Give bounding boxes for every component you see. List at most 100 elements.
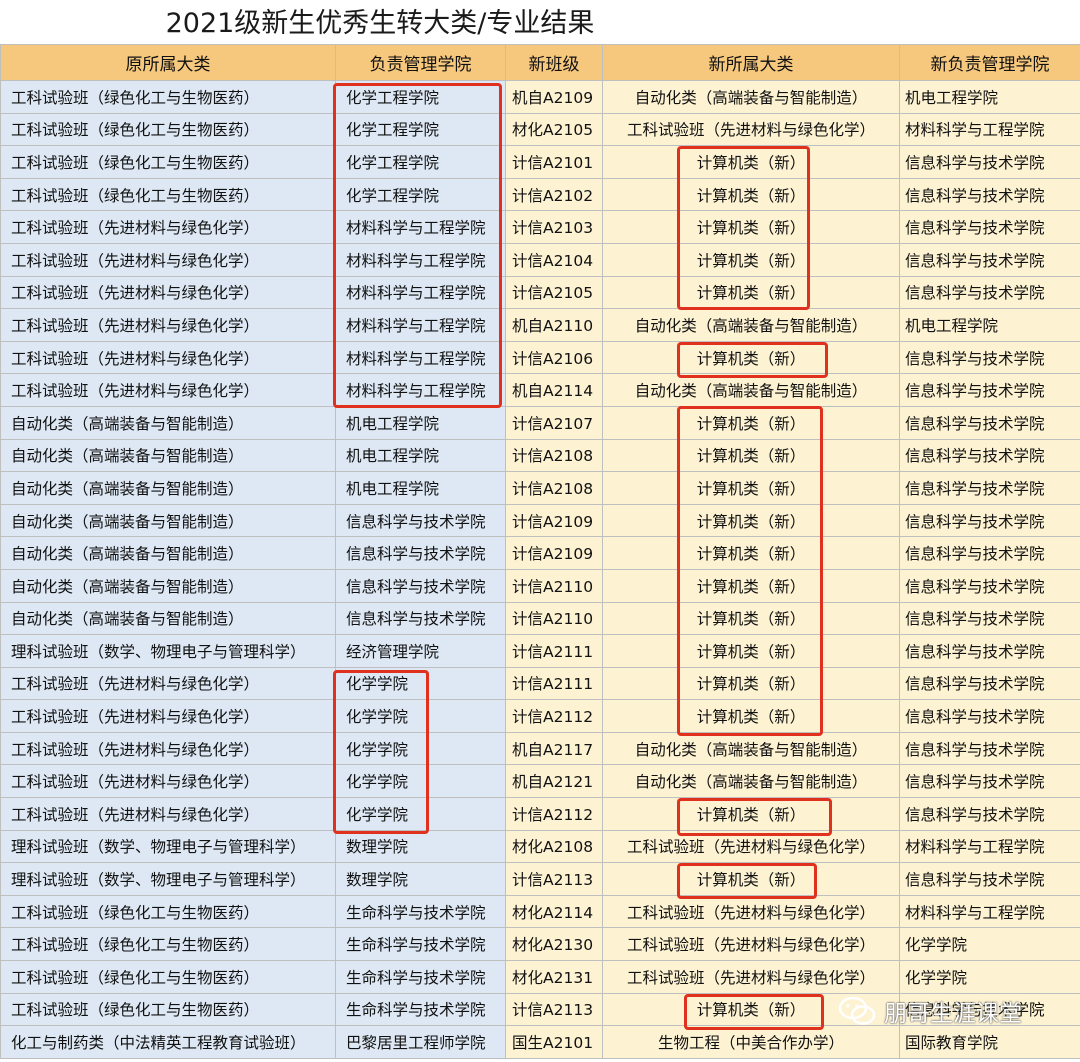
cell-managing-college: 机电工程学院 [335, 471, 506, 505]
table-row: 理科试验班（数学、物理电子与管理科学） 数理学院 材化A2108 工科试验班（先进材料… [0, 829, 1080, 864]
cell-new-category: 计算机类（新） [602, 210, 900, 244]
cell-new-category: 计算机类（新） [602, 666, 900, 701]
cell-new-class: 材化A2130 [505, 927, 603, 962]
table-row: 自动化类（高端装备与智能制造） 信息科学与技术学院 计信A2110 计算机类（新） 信息… [0, 601, 1080, 636]
cell-new-category: 计算机类（新） [602, 503, 900, 538]
cell-new-class: 计信A2111 [505, 634, 603, 668]
cell-new-category: 计算机类（新） [602, 536, 900, 570]
header-new-category: 新所属大类 [602, 44, 900, 81]
cell-new-managing-college: 信息科学与技术学院 [899, 601, 1080, 636]
cell-new-managing-college: 化学学院 [899, 960, 1080, 994]
cell-new-category: 计算机类（新） [602, 438, 900, 473]
cell-new-class: 材化A2114 [505, 894, 603, 929]
cell-new-class: 机自A2121 [505, 764, 603, 799]
cell-managing-college: 材料科学与工程学院 [335, 210, 506, 244]
cell-original-category: 工科试验班（先进材料与绿色化学） [0, 373, 336, 407]
cell-new-managing-college: 信息科学与技术学院 [899, 242, 1080, 277]
watermark-text: 朋哥生涯课堂 [884, 1001, 1022, 1027]
table-row: 自动化类（高端装备与智能制造） 信息科学与技术学院 计信A2109 计算机类（新） 信息… [0, 503, 1080, 538]
cell-original-category: 工科试验班（绿色化工与生物医药） [0, 145, 336, 179]
cell-new-category: 计算机类（新） [602, 275, 900, 310]
table-row: 理科试验班（数学、物理电子与管理科学） 数理学院 计信A2113 计算机类（新） 信息科… [0, 862, 1080, 896]
cell-new-class: 计信A2104 [505, 242, 603, 277]
table-row: 自动化类（高端装备与智能制造） 机电工程学院 计信A2108 计算机类（新） 信息科学与… [0, 438, 1080, 473]
cell-managing-college: 机电工程学院 [335, 405, 506, 440]
cell-new-category: 工科试验班（先进材料与绿色化学） [602, 960, 900, 994]
cell-original-category: 工科试验班（绿色化工与生物医药） [0, 80, 336, 114]
cell-original-category: 自动化类（高端装备与智能制造） [0, 405, 336, 440]
cell-new-category: 自动化类（高端装备与智能制造） [602, 731, 900, 766]
cell-new-managing-college: 信息科学与技术学院 [899, 210, 1080, 244]
cell-original-category: 工科试验班（先进材料与绿色化学） [0, 764, 336, 799]
header-original-category: 原所属大类 [0, 44, 336, 81]
table-row: 工科试验班（绿色化工与生物医药） 化学工程学院 计信A2102 计算机类（新） 信息科学… [0, 177, 1080, 212]
cell-new-managing-college: 信息科学与技术学院 [899, 145, 1080, 179]
cell-new-managing-college: 信息科学与技术学院 [899, 634, 1080, 668]
cell-new-class: 材化A2105 [505, 112, 603, 147]
cell-new-class: 计信A2103 [505, 210, 603, 244]
cell-original-category: 工科试验班（先进材料与绿色化学） [0, 210, 336, 244]
cell-original-category: 理科试验班（数学、物理电子与管理科学） [0, 829, 336, 864]
cell-managing-college: 化学学院 [335, 797, 506, 831]
cell-new-class: 国生A2101 [505, 1025, 603, 1059]
cell-new-managing-college: 机电工程学院 [899, 308, 1080, 342]
table-row: 工科试验班（先进材料与绿色化学） 化学学院 机自A2117 自动化类（高端装备与智能制… [0, 731, 1080, 766]
cell-new-managing-college: 信息科学与技术学院 [899, 666, 1080, 701]
table-row: 理科试验班（数学、物理电子与管理科学） 经济管理学院 计信A2111 计算机类（新）信… [0, 634, 1080, 668]
cell-new-category: 计算机类（新） [602, 145, 900, 179]
cell-new-managing-college: 材料科学与工程学院 [899, 894, 1080, 929]
cell-new-managing-college: 信息科学与技术学院 [899, 862, 1080, 896]
table-row: 工科试验班（绿色化工与生物医药） 生命科学与技术学院 材化A2131 工科试验班（先进… [0, 960, 1080, 994]
cell-original-category: 自动化类（高端装备与智能制造） [0, 601, 336, 636]
table-row: 工科试验班（先进材料与绿色化学） 化学学院 计信A2112 计算机类（新） 信息科学与技… [0, 699, 1080, 733]
table-row: 工科试验班（先进材料与绿色化学） 化学学院 计信A2112 计算机类（新） 信息科学与技… [0, 797, 1080, 831]
cell-new-managing-college: 信息科学与技术学院 [899, 731, 1080, 766]
cell-new-category: 自动化类（高端装备与智能制造） [602, 308, 900, 342]
cell-new-category: 自动化类（高端装备与智能制造） [602, 764, 900, 799]
cell-new-category: 自动化类（高端装备与智能制造） [602, 80, 900, 114]
cell-new-managing-college: 信息科学与技术学院 [899, 405, 1080, 440]
cell-original-category: 工科试验班（先进材料与绿色化学） [0, 797, 336, 831]
cell-new-class: 计信A2113 [505, 992, 603, 1027]
cell-new-class: 机自A2109 [505, 80, 603, 114]
results-table: 原所属大类 负责管理学院 新班级 新所属大类 新负责管理学院 工科试验班（绿色化… [0, 44, 1080, 1059]
cell-managing-college: 数理学院 [335, 862, 506, 896]
cell-original-category: 工科试验班（先进材料与绿色化学） [0, 275, 336, 310]
watermark: 朋哥生涯课堂 [838, 993, 1022, 1029]
cell-original-category: 理科试验班（数学、物理电子与管理科学） [0, 862, 336, 896]
table-row: 工科试验班（绿色化工与生物医药） 生命科学与技术学院 材化A2130 工科试验班（先进… [0, 927, 1080, 962]
cell-managing-college: 机电工程学院 [335, 438, 506, 473]
cell-new-class: 计信A2108 [505, 438, 603, 473]
cell-original-category: 工科试验班（绿色化工与生物医药） [0, 177, 336, 212]
cell-new-class: 机自A2114 [505, 373, 603, 407]
cell-new-category: 工科试验班（先进材料与绿色化学） [602, 112, 900, 147]
table-row: 工科试验班（先进材料与绿色化学） 化学学院 计信A2111 计算机类（新） 信息科学与技… [0, 666, 1080, 701]
cell-new-class: 计信A2112 [505, 699, 603, 733]
cell-original-category: 自动化类（高端装备与智能制造） [0, 438, 336, 473]
cell-new-class: 计信A2110 [505, 601, 603, 636]
cell-managing-college: 化学工程学院 [335, 80, 506, 114]
cell-original-category: 工科试验班（先进材料与绿色化学） [0, 340, 336, 375]
table-row: 工科试验班（绿色化工与生物医药） 化学工程学院 计信A2101 计算机类（新） 信息科学… [0, 145, 1080, 179]
cell-new-category: 计算机类（新） [602, 634, 900, 668]
cell-new-category: 计算机类（新） [602, 242, 900, 277]
cell-managing-college: 巴黎居里工程师学院 [335, 1025, 506, 1059]
cell-original-category: 工科试验班（先进材料与绿色化学） [0, 242, 336, 277]
cell-managing-college: 化学工程学院 [335, 177, 506, 212]
cell-managing-college: 化学学院 [335, 731, 506, 766]
cell-new-managing-college: 信息科学与技术学院 [899, 568, 1080, 603]
header-new-class: 新班级 [505, 44, 603, 81]
table-row: 自动化类（高端装备与智能制造） 信息科学与技术学院 计信A2109 计算机类（新） 信息… [0, 536, 1080, 570]
cell-new-class: 材化A2131 [505, 960, 603, 994]
cell-new-class: 机自A2110 [505, 308, 603, 342]
cell-original-category: 工科试验班（绿色化工与生物医药） [0, 992, 336, 1027]
cell-new-category: 计算机类（新） [602, 340, 900, 375]
table-row: 工科试验班（先进材料与绿色化学） 材料科学与工程学院 计信A2106 计算机类（新）信… [0, 340, 1080, 375]
cell-new-managing-college: 信息科学与技术学院 [899, 536, 1080, 570]
cell-new-managing-college: 国际教育学院 [899, 1025, 1080, 1059]
cell-managing-college: 材料科学与工程学院 [335, 275, 506, 310]
cell-new-class: 计信A2113 [505, 862, 603, 896]
cell-new-category: 计算机类（新） [602, 405, 900, 440]
cell-original-category: 工科试验班（先进材料与绿色化学） [0, 666, 336, 701]
cell-original-category: 自动化类（高端装备与智能制造） [0, 503, 336, 538]
